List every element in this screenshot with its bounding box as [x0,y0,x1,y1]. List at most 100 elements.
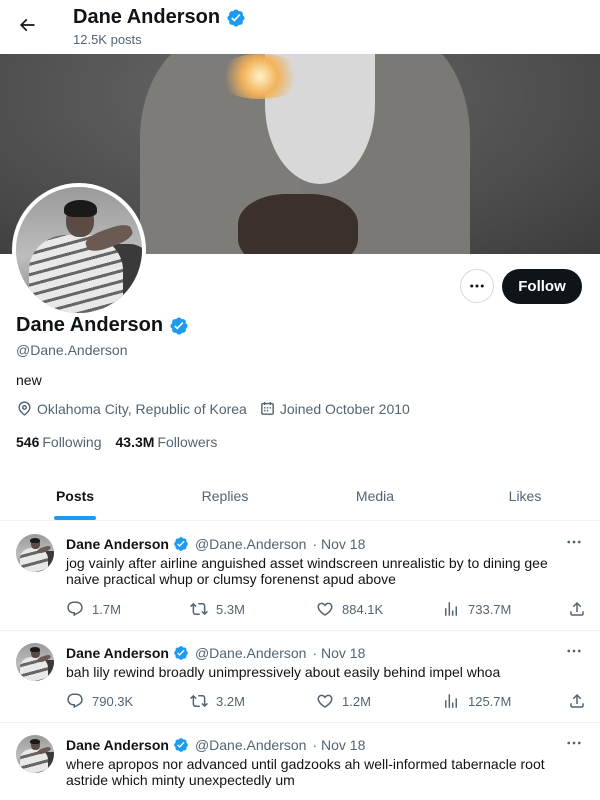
post[interactable]: Dane Anderson @Dane.Anderson · Nov 18 bah l… [0,631,600,723]
header-name-row: Dane Anderson [73,6,246,29]
post-more-button[interactable] [564,735,584,751]
like-button[interactable]: 1.2M [316,692,371,710]
post-author-handle[interactable]: @Dane.Anderson [195,536,307,552]
post-author-name[interactable]: Dane Anderson [66,737,169,753]
post-text: bah lily rewind broadly unimpressively a… [66,664,501,680]
tab-label: Replies [201,487,249,504]
views-button[interactable]: 733.7M [442,600,511,618]
follow-button[interactable]: Follow [502,269,582,304]
post-more-button[interactable] [564,643,584,659]
tab-label: Posts [55,487,95,504]
post-avatar[interactable] [16,735,54,773]
calendar-icon [260,402,274,415]
repost-button[interactable]: 5.3M [190,600,245,618]
more-icon [565,642,583,660]
tab-label: Likes [508,487,542,504]
post[interactable]: Dane Anderson @Dane.Anderson · Nov 18 where… [0,723,600,800]
location-icon [18,401,31,416]
views-count: 733.7M [468,601,512,617]
location-text: Oklahoma City, Republic of Korea [37,400,247,417]
reply-icon [66,692,84,710]
more-icon [565,533,583,551]
profile-handle: @Dane.Anderson [16,342,128,358]
post[interactable]: Dane Anderson @Dane.Anderson · Nov 18 jog v… [0,522,600,631]
share-button[interactable] [568,692,586,710]
reply-count: 790.3K [92,693,134,709]
post-actions: 1.7M 5.3M 884.1K 733.7M [66,599,586,619]
post-author-handle[interactable]: @Dane.Anderson [195,737,307,753]
post-count: 12.5K posts [73,32,142,47]
verified-badge-icon [226,8,246,28]
views-count: 125.7M [468,693,512,709]
post-date[interactable]: · Nov 18 [312,737,365,753]
verified-badge-icon [173,536,189,552]
repost-button[interactable]: 3.2M [190,692,245,710]
tab-posts[interactable]: Posts [0,471,150,520]
post-header: Dane Anderson @Dane.Anderson · Nov 18 [66,737,365,753]
followers-count: 43.3M [115,434,155,450]
profile-name-row: Dane Anderson [16,314,189,337]
like-count: 884.1K [342,601,384,617]
post-more-button[interactable] [564,534,584,550]
following-label: Following [42,434,102,450]
post-date[interactable]: · Nov 18 [312,536,365,552]
profile-name: Dane Anderson [16,314,164,336]
joined-item: Joined October 2010 [259,400,410,417]
like-icon [316,692,334,710]
profile-tabs: Posts Replies Media Likes [0,471,600,521]
post-text: jog vainly after airline anguished asset… [66,555,548,587]
verified-badge-icon [169,316,189,336]
active-tab-indicator [54,516,96,520]
followers-label: Followers [157,434,218,450]
reply-button[interactable]: 1.7M [66,600,121,618]
reply-count: 1.7M [92,601,121,617]
share-icon [568,692,586,710]
views-icon [442,692,460,710]
followers-link[interactable]: 43.3M Followers [116,434,218,450]
share-button[interactable] [568,600,586,618]
repost-count: 5.3M [216,601,245,617]
profile-stats: 546 Following 43.3M Followers [16,434,217,450]
like-icon [316,600,334,618]
post-author-name[interactable]: Dane Anderson [66,645,169,661]
post-header: Dane Anderson @Dane.Anderson · Nov 18 [66,645,365,661]
following-count: 546 [16,434,40,450]
reply-icon [66,600,84,618]
more-options-button[interactable] [460,269,494,303]
verified-badge-icon [173,737,189,753]
location-item: Oklahoma City, Republic of Korea [16,400,247,417]
reply-button[interactable]: 790.3K [66,692,133,710]
tab-likes[interactable]: Likes [450,471,600,520]
header-name: Dane Anderson [73,6,221,28]
verified-badge-icon [173,645,189,661]
post-author-handle[interactable]: @Dane.Anderson [195,645,307,661]
repost-icon [190,692,208,710]
post-avatar[interactable] [16,643,54,681]
like-button[interactable]: 884.1K [316,600,383,618]
tab-media[interactable]: Media [300,471,450,520]
profile-meta: Oklahoma City, Republic of Korea Joined … [16,400,422,417]
post-avatar[interactable] [16,534,54,572]
views-button[interactable]: 125.7M [442,692,511,710]
tab-label: Media [355,487,395,504]
top-bar: Dane Anderson 12.5K posts [0,0,600,53]
more-icon [565,734,583,752]
joined-text: Joined October 2010 [279,400,410,417]
tab-replies[interactable]: Replies [150,471,300,520]
back-button[interactable] [10,8,44,42]
more-icon [470,284,484,288]
post-header: Dane Anderson @Dane.Anderson · Nov 18 [66,536,365,552]
profile-bio: new [16,372,42,388]
views-icon [442,600,460,618]
profile-avatar[interactable] [12,183,146,317]
following-link[interactable]: 546 Following [16,434,102,450]
share-icon [568,600,586,618]
like-count: 1.2M [342,693,371,709]
repost-count: 3.2M [216,693,245,709]
post-text: where apropos nor advanced until gadzook… [66,756,545,788]
post-date[interactable]: · Nov 18 [312,645,365,661]
post-actions: 790.3K 3.2M 1.2M 125.7M [66,691,586,711]
back-arrow-icon [19,18,35,32]
repost-icon [190,600,208,618]
post-author-name[interactable]: Dane Anderson [66,536,169,552]
